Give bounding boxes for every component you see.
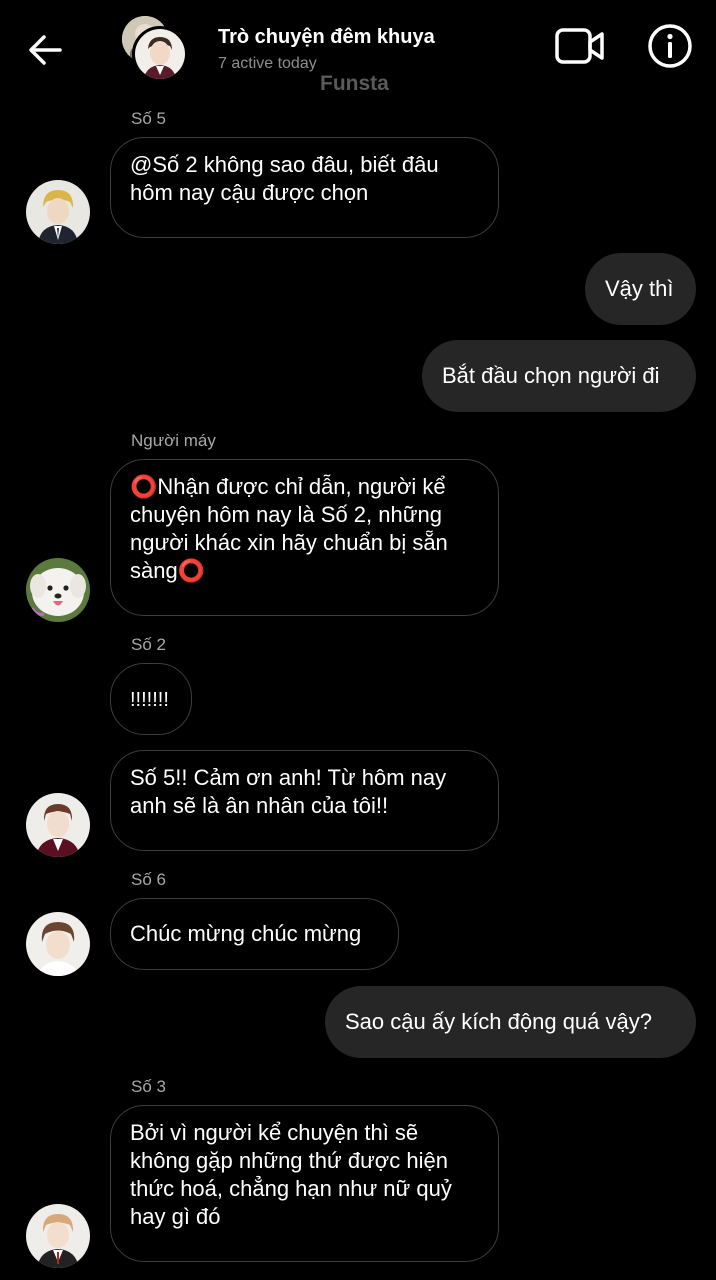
message-bubble[interactable]: @Số 2 không sao đâu, biết đâu hôm nay cậ…	[110, 137, 499, 238]
avatar[interactable]	[26, 180, 90, 244]
message-text: Chúc mừng chúc mừng	[130, 921, 362, 946]
sender-name: Người máy	[131, 431, 216, 450]
avatar[interactable]	[26, 1204, 90, 1268]
sender-name: Số 6	[131, 870, 166, 889]
avatar[interactable]	[26, 912, 90, 976]
video-call-icon[interactable]	[554, 24, 606, 68]
watermark: Funsta	[320, 72, 389, 95]
message-bubble[interactable]: Chúc mừng chúc mừng	[110, 898, 399, 970]
group-avatar-primary[interactable]	[132, 26, 188, 82]
message-text: Số 5!! Cảm ơn anh! Từ hôm nay anh sẽ là …	[130, 765, 447, 818]
message-text: !!!!!!!	[130, 689, 169, 711]
outgoing-message-bubble[interactable]: Vậy thì	[585, 253, 696, 325]
message-text: @Số 2 không sao đâu, biết đâu hôm nay cậ…	[130, 152, 439, 205]
avatar[interactable]	[26, 558, 90, 622]
sender-name: Số 3	[131, 1077, 166, 1096]
outgoing-message-bubble[interactable]: Sao cậu ấy kích động quá vậy?	[325, 986, 696, 1058]
active-status: 7 active today	[218, 55, 317, 72]
message-text: ⭕Nhận được chỉ dẫn, người kể chuyện hôm …	[130, 474, 448, 583]
sender-name: Số 2	[131, 635, 166, 654]
sender-name: Số 5	[131, 109, 166, 128]
message-text: Sao cậu ấy kích động quá vậy?	[345, 1009, 652, 1034]
chat-title[interactable]: Trò chuyện đêm khuya	[218, 26, 435, 49]
info-icon[interactable]	[646, 22, 694, 70]
message-text: Bởi vì người kể chuyện thì sẽ không gặp …	[130, 1120, 452, 1229]
message-bubble[interactable]: !!!!!!!	[110, 663, 192, 735]
avatar[interactable]	[26, 793, 90, 857]
message-bubble[interactable]: Số 5!! Cảm ơn anh! Từ hôm nay anh sẽ là …	[110, 750, 499, 851]
message-text: Bắt đầu chọn người đi	[442, 363, 660, 388]
message-text: Vậy thì	[605, 276, 674, 301]
back-arrow-icon[interactable]	[24, 28, 68, 72]
outgoing-message-bubble[interactable]: Bắt đầu chọn người đi	[422, 340, 696, 412]
message-bubble[interactable]: ⭕Nhận được chỉ dẫn, người kể chuyện hôm …	[110, 459, 499, 616]
message-bubble[interactable]: Bởi vì người kể chuyện thì sẽ không gặp …	[110, 1105, 499, 1262]
